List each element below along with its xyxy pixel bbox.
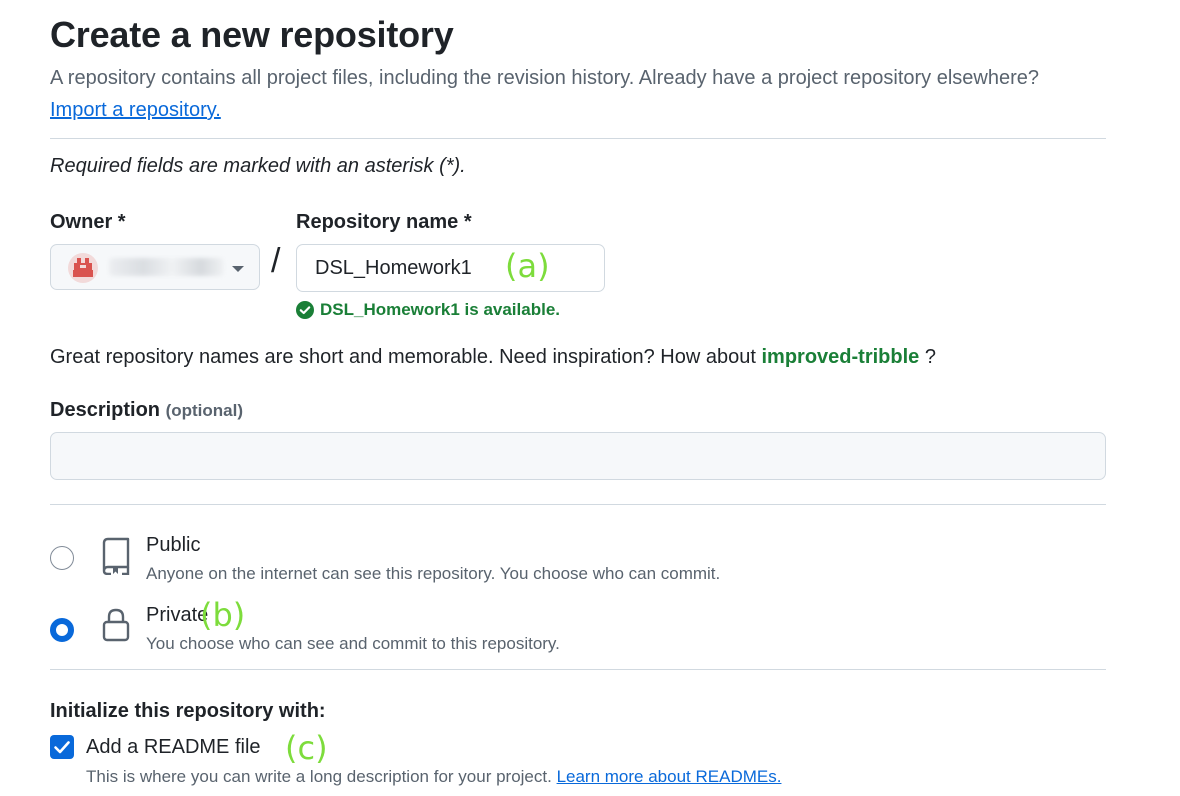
owner-dropdown[interactable] (50, 244, 260, 290)
public-description: Anyone on the internet can see this repo… (146, 564, 721, 583)
annotation-a: (a) (505, 247, 550, 285)
page-title: Create a new repository (50, 14, 454, 55)
private-title: Private (146, 604, 209, 626)
public-title: Public (146, 534, 201, 556)
availability-text: DSL_Homework1 is available. (320, 300, 560, 319)
owner-name-redacted (109, 258, 224, 276)
owner-label: Owner * (50, 211, 126, 233)
repo-book-icon (102, 537, 130, 575)
optional-tag: (optional) (165, 401, 244, 420)
divider (50, 669, 1106, 670)
learn-more-readmes-link[interactable]: Learn more about READMEs. (557, 767, 782, 786)
description-label: Description (optional) (50, 399, 243, 422)
lock-icon (102, 608, 130, 642)
owner-avatar (68, 253, 98, 283)
add-readme-label[interactable]: Add a README file (86, 736, 261, 759)
readme-description-text: This is where you can write a long descr… (86, 767, 552, 786)
add-readme-checkbox[interactable] (50, 735, 74, 759)
private-radio[interactable] (50, 618, 74, 642)
readme-description: This is where you can write a long descr… (86, 767, 781, 787)
checkmark-icon (54, 741, 70, 754)
chevron-down-icon (232, 266, 244, 272)
hint-text: Great repository names are short and mem… (50, 346, 756, 368)
description-label-text: Description (50, 399, 161, 421)
import-repository-link[interactable]: Import a repository. (50, 99, 221, 122)
identicon-icon (73, 258, 93, 277)
divider (50, 504, 1106, 505)
private-description: You choose who can see and commit to thi… (146, 634, 560, 653)
availability-status: DSL_Homework1 is available. (296, 299, 560, 321)
repository-name-input[interactable] (296, 244, 605, 292)
page-subtitle: A repository contains all project files,… (50, 67, 1040, 89)
initialize-label: Initialize this repository with: (50, 700, 326, 722)
annotation-c: (c) (285, 729, 328, 767)
annotation-b: (b) (200, 596, 246, 634)
public-radio[interactable] (50, 546, 74, 570)
check-circle-icon (296, 301, 314, 319)
divider (50, 138, 1106, 139)
suggested-name-link[interactable]: improved-tribble (761, 346, 919, 368)
required-fields-note: Required fields are marked with an aster… (50, 155, 466, 177)
hint-suffix: ? (924, 346, 936, 368)
name-suggestion-hint: Great repository names are short and mem… (50, 346, 936, 369)
repository-name-label: Repository name * (296, 211, 472, 233)
description-input[interactable] (50, 432, 1106, 480)
owner-repo-separator: / (271, 242, 281, 280)
